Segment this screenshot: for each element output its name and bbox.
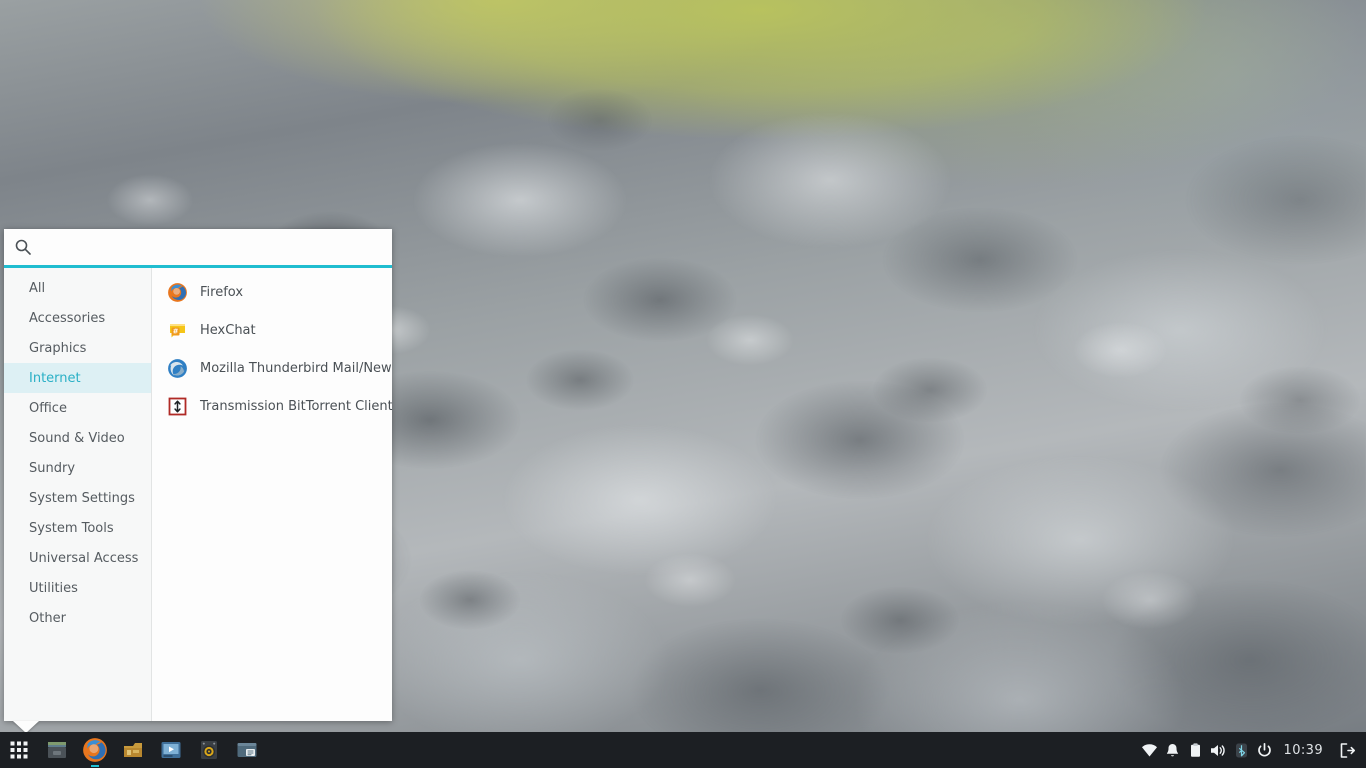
- app-label: Transmission BitTorrent Client: [200, 398, 392, 414]
- application-menu: All Accessories Graphics Internet Office…: [4, 229, 392, 721]
- category-label: Internet: [29, 370, 81, 386]
- bluetooth-icon: [1235, 743, 1247, 757]
- exit-icon: [1340, 742, 1355, 758]
- system-tray: 10:39: [1138, 732, 1366, 768]
- category-item-graphics[interactable]: Graphics: [4, 333, 151, 363]
- clipboard-icon: [1190, 742, 1200, 757]
- media-player-icon: [161, 742, 181, 758]
- logout-button[interactable]: [1334, 732, 1360, 768]
- clock[interactable]: 10:39: [1276, 743, 1334, 758]
- category-label: Office: [29, 400, 67, 416]
- firefox-icon: [166, 281, 188, 303]
- panel-launchers: [0, 732, 266, 768]
- category-label: Sundry: [29, 460, 76, 476]
- hexchat-icon: #: [166, 319, 188, 341]
- menu-search-bar[interactable]: [4, 229, 392, 268]
- search-input[interactable]: [44, 229, 382, 265]
- category-item-accessories[interactable]: Accessories: [4, 303, 151, 333]
- media-player-launcher[interactable]: [152, 732, 190, 768]
- category-label: Other: [29, 610, 66, 626]
- category-item-sound-video[interactable]: Sound & Video: [4, 423, 151, 453]
- category-item-utilities[interactable]: Utilities: [4, 573, 151, 603]
- notifications-tray-button[interactable]: [1161, 732, 1184, 768]
- wifi-icon: [1141, 743, 1157, 756]
- category-label: All: [29, 280, 46, 296]
- file-manager-icon: [45, 738, 69, 762]
- category-list: All Accessories Graphics Internet Office…: [4, 268, 152, 721]
- category-label: Utilities: [29, 580, 78, 596]
- volume-tray-button[interactable]: [1207, 732, 1230, 768]
- category-item-system-settings[interactable]: System Settings: [4, 483, 151, 513]
- category-item-universal-access[interactable]: Universal Access: [4, 543, 151, 573]
- bell-icon: [1166, 743, 1178, 756]
- category-item-system-tools[interactable]: System Tools: [4, 513, 151, 543]
- app-label: HexChat: [200, 322, 256, 338]
- transmission-icon: [166, 395, 188, 417]
- category-label: System Tools: [29, 520, 114, 536]
- power-tray-button[interactable]: [1253, 732, 1276, 768]
- archive-manager-icon: [121, 738, 145, 762]
- power-icon: [1257, 742, 1271, 757]
- category-label: Sound & Video: [29, 430, 125, 446]
- thunderbird-icon: [166, 357, 188, 379]
- archive-manager-launcher[interactable]: [114, 732, 152, 768]
- category-item-office[interactable]: Office: [4, 393, 151, 423]
- category-item-other[interactable]: Other: [4, 603, 151, 633]
- bluetooth-tray-button[interactable]: [1230, 732, 1253, 768]
- category-label: System Settings: [29, 490, 135, 506]
- audio-player-icon: [201, 741, 217, 759]
- network-tray-button[interactable]: [1138, 732, 1161, 768]
- app-item-thunderbird[interactable]: Mozilla Thunderbird Mail/News: [152, 349, 392, 387]
- terminal-icon: [237, 743, 257, 757]
- desktop: All Accessories Graphics Internet Office…: [0, 0, 1366, 768]
- audio-player-launcher[interactable]: [190, 732, 228, 768]
- category-item-internet[interactable]: Internet: [4, 363, 151, 393]
- grid-icon: [9, 740, 29, 760]
- app-label: Firefox: [200, 284, 244, 300]
- firefox-icon: [82, 737, 108, 763]
- app-item-hexchat[interactable]: # HexChat: [152, 311, 392, 349]
- svg-text:#: #: [172, 327, 178, 335]
- category-item-sundry[interactable]: Sundry: [4, 453, 151, 483]
- category-label: Graphics: [29, 340, 87, 356]
- speaker-icon: [1211, 744, 1225, 756]
- application-list: Firefox # HexChat Mozilla Thunderbird Ma…: [152, 268, 392, 721]
- category-item-all[interactable]: All: [4, 273, 151, 303]
- file-manager-launcher[interactable]: [38, 732, 76, 768]
- menu-body: All Accessories Graphics Internet Office…: [4, 268, 392, 721]
- firefox-launcher[interactable]: [76, 732, 114, 768]
- category-label: Universal Access: [29, 550, 139, 566]
- show-applications-button[interactable]: [0, 732, 38, 768]
- app-label: Mozilla Thunderbird Mail/News: [200, 360, 392, 376]
- terminal-launcher[interactable]: [228, 732, 266, 768]
- app-item-transmission[interactable]: Transmission BitTorrent Client: [152, 387, 392, 425]
- clipboard-tray-button[interactable]: [1184, 732, 1207, 768]
- category-label: Accessories: [29, 310, 106, 326]
- taskbar-panel: 10:39: [0, 732, 1366, 768]
- search-icon: [14, 238, 32, 256]
- app-item-firefox[interactable]: Firefox: [152, 273, 392, 311]
